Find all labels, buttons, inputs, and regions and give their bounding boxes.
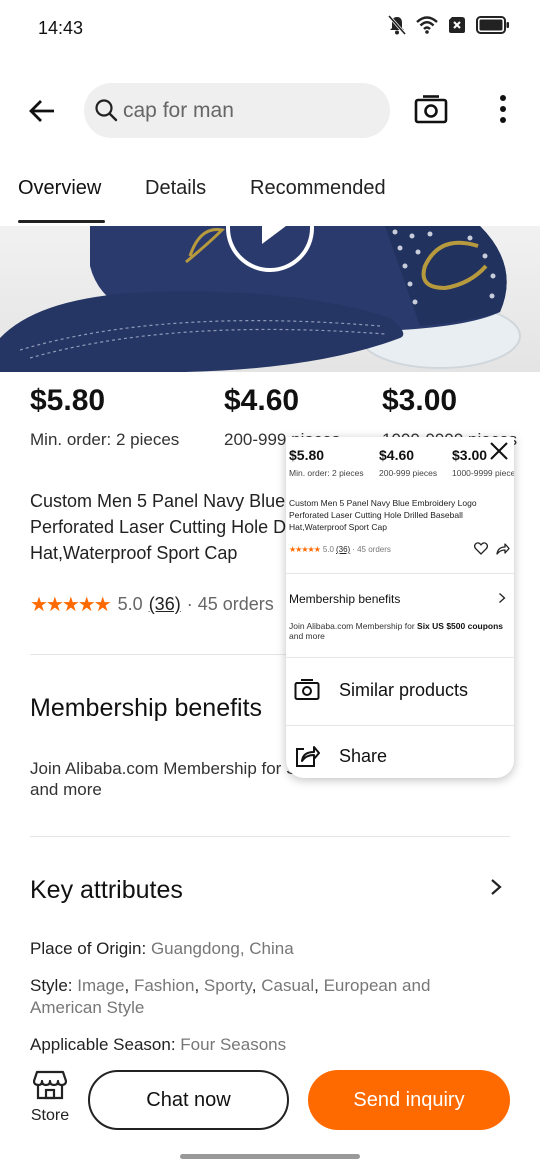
attribute-value: Four Seasons: [180, 1035, 287, 1054]
store-button[interactable]: Store: [28, 1070, 72, 1125]
popup-price-tier-2: $4.60: [379, 447, 415, 463]
heart-icon[interactable]: [474, 542, 488, 555]
popup-orders-count: · 45 orders: [352, 545, 391, 554]
top-bar: cap for man: [0, 82, 540, 140]
tab-recommended[interactable]: Recommended: [250, 177, 386, 200]
divider: [286, 573, 514, 574]
attribute-separator: ,: [194, 976, 204, 995]
cap-image: [0, 226, 521, 372]
star-rating-icon: ★★★★★: [30, 594, 112, 616]
attribute-label: Applicable Season:: [30, 1035, 181, 1054]
divider: [286, 725, 514, 726]
tab-overview[interactable]: Overview: [18, 177, 101, 200]
popup-rating-value: 5.0: [322, 545, 334, 554]
rating-value: 5.0: [117, 594, 143, 614]
attribute-place-of-origin: Place of Origin: Guangdong, China: [30, 938, 500, 960]
rating-row: ★★★★★ 5.0 (36) · 45 orders: [30, 592, 274, 617]
popup-moq-tier-2: 200-999 pieces: [379, 468, 438, 478]
product-title-line: Perforated Laser Cutting Hole Drilled Ba…: [30, 517, 320, 537]
popup-review-count: (36): [335, 545, 351, 554]
attribute-value: Sporty: [203, 976, 252, 995]
search-query: cap for man: [123, 99, 234, 122]
tab-bar: Overview Details Recommended: [0, 170, 540, 226]
popup-price-tier-1: $5.80: [289, 447, 325, 463]
price-tier-1: $5.80: [30, 384, 106, 417]
moq-tier-1: Min. order: 2 pieces: [30, 430, 180, 449]
key-attributes-title[interactable]: Key attributes: [30, 876, 183, 905]
product-title-line: Hat,Waterproof Sport Cap: [30, 543, 238, 563]
status-bar: 14:43: [0, 0, 540, 56]
popup-moq-tier-1: Min. order: 2 pieces: [289, 468, 364, 478]
status-icons: [388, 15, 510, 35]
store-label: Store: [30, 1107, 70, 1124]
send-inquiry-button[interactable]: Send inquiry: [308, 1070, 510, 1130]
divider: [286, 657, 514, 658]
review-count-link[interactable]: (36): [149, 594, 181, 615]
attribute-separator: ,: [124, 976, 134, 995]
membership-line: and more: [30, 780, 102, 799]
share-arrow-icon[interactable]: [496, 542, 510, 555]
more-options-button[interactable]: [493, 94, 513, 128]
product-title: Custom Men 5 Panel Navy Blue Embroidery …: [30, 488, 320, 566]
battery-icon: [476, 16, 509, 34]
tab-active-indicator: [18, 220, 105, 223]
home-indicator[interactable]: [180, 1154, 360, 1159]
attribute-label: Style:: [30, 976, 78, 995]
popup-moq-tier-3: 1000-9999 pieces: [452, 468, 514, 478]
camera-icon: [414, 95, 448, 124]
attribute-value: Image: [77, 976, 125, 995]
attribute-value: Casual: [261, 976, 315, 995]
popup-rating-row: ★★★★★ 5.0 (36) · 45 orders: [289, 545, 391, 554]
membership-line: Join Alibaba.com Membership for Six US $…: [30, 759, 450, 778]
price-tier-2: $4.60: [224, 384, 300, 417]
membership-text: Join Alibaba.com Membership for Six US $…: [30, 758, 450, 800]
chat-now-button[interactable]: Chat now: [88, 1070, 289, 1130]
menu-item-label: Similar products: [339, 680, 469, 700]
search-icon: [95, 99, 118, 122]
popup-membership-title: Membership benefits: [289, 592, 401, 606]
camera-icon: [294, 679, 320, 700]
sim-x-icon: [449, 17, 465, 33]
back-arrow-icon: [29, 100, 54, 122]
chevron-right-icon[interactable]: [488, 877, 504, 897]
popup-membership-coupons: Six US $500 coupons: [417, 621, 504, 631]
menu-item-similar-products[interactable]: Similar products: [286, 662, 514, 722]
membership-title[interactable]: Membership benefits: [30, 694, 262, 723]
bottom-action-bar: Store Chat now Send inquiry: [0, 1060, 540, 1140]
popup-membership-suffix: and more: [289, 631, 325, 641]
wifi-icon: [416, 16, 438, 34]
attribute-applicable-season: Applicable Season: Four Seasons: [30, 1034, 500, 1056]
search-input[interactable]: cap for man: [84, 83, 390, 138]
popup-membership-text: Join Alibaba.com Membership for Six US $…: [289, 621, 509, 641]
attribute-value: Guangdong, China: [150, 939, 294, 958]
close-icon[interactable]: [488, 440, 510, 462]
image-search-button[interactable]: [414, 94, 450, 128]
divider: [30, 836, 510, 837]
attribute-style: Style: Image, Fashion, Sporty, Casual, E…: [30, 975, 500, 1019]
bell-off-icon: [388, 15, 406, 35]
share-popup: $5.80 Min. order: 2 pieces $4.60 200-999…: [286, 437, 514, 778]
more-vert-icon: [500, 95, 506, 123]
store-icon: [32, 1070, 68, 1100]
popup-membership-prefix: Join Alibaba.com Membership for: [289, 621, 418, 631]
status-time: 14:43: [38, 18, 84, 38]
attribute-separator: ,: [314, 976, 324, 995]
attribute-value: Fashion: [133, 976, 195, 995]
orders-count: · 45 orders: [186, 594, 274, 614]
price-tier-3: $3.00: [382, 384, 458, 417]
product-title-line: Custom Men 5 Panel Navy Blue Embroidery …: [30, 491, 320, 511]
chevron-right-icon: [499, 593, 506, 603]
attribute-separator: ,: [251, 976, 262, 995]
popup-star-rating-icon: ★★★★★: [289, 545, 321, 554]
popup-price-tier-3: $3.00: [452, 447, 488, 463]
menu-item-label: Share: [339, 746, 388, 766]
menu-item-share[interactable]: Share: [286, 728, 514, 778]
product-image[interactable]: [0, 226, 540, 372]
share-icon: [296, 746, 320, 767]
back-button[interactable]: [22, 91, 62, 131]
tab-details[interactable]: Details: [145, 177, 206, 200]
popup-product-title: Custom Men 5 Panel Navy Blue Embroidery …: [289, 498, 477, 532]
attribute-label: Place of Origin:: [30, 939, 151, 958]
